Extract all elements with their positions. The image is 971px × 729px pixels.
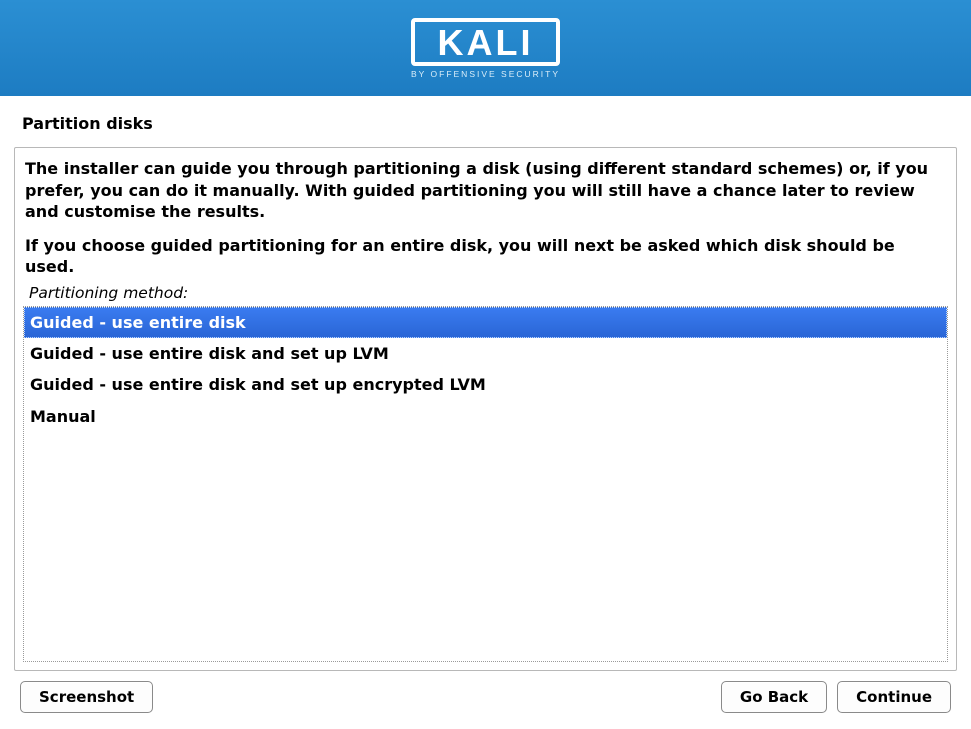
page-title: Partition disks: [22, 114, 957, 133]
main-panel: The installer can guide you through part…: [14, 147, 957, 671]
go-back-button[interactable]: Go Back: [721, 681, 827, 713]
logo-box: KALI: [411, 18, 560, 66]
continue-button[interactable]: Continue: [837, 681, 951, 713]
option-guided-entire-disk[interactable]: Guided - use entire disk: [24, 307, 947, 338]
intro-paragraph-1: The installer can guide you through part…: [25, 158, 946, 223]
option-manual[interactable]: Manual: [24, 401, 947, 432]
partitioning-method-label: Partitioning method:: [29, 284, 950, 302]
screenshot-button[interactable]: Screenshot: [20, 681, 153, 713]
content-area: Partition disks The installer can guide …: [0, 96, 971, 713]
intro-paragraph-2: If you choose guided partitioning for an…: [25, 235, 946, 278]
kali-logo: KALI BY OFFENSIVE SECURITY: [411, 18, 560, 79]
logo-text: KALI: [429, 25, 542, 61]
footer-bar: Screenshot Go Back Continue: [14, 671, 957, 713]
banner: KALI BY OFFENSIVE SECURITY: [0, 0, 971, 96]
logo-tagline: BY OFFENSIVE SECURITY: [411, 69, 560, 79]
footer-spacer: [163, 681, 711, 713]
partitioning-method-listbox[interactable]: Guided - use entire disk Guided - use en…: [23, 306, 948, 662]
option-guided-encrypted-lvm[interactable]: Guided - use entire disk and set up encr…: [24, 369, 947, 400]
option-guided-lvm[interactable]: Guided - use entire disk and set up LVM: [24, 338, 947, 369]
